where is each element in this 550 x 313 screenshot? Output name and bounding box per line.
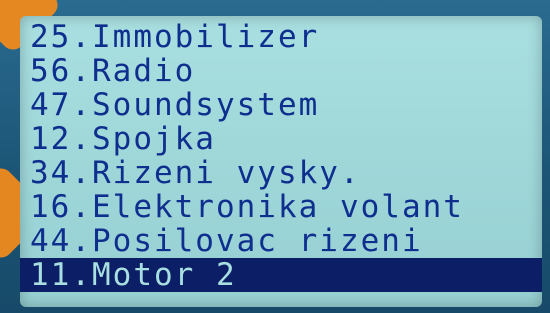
device-frame: 25.Immobilizer 56.Radio 47.Soundsystem 1… bbox=[0, 0, 550, 313]
menu-item-immobilizer[interactable]: 25.Immobilizer bbox=[28, 20, 536, 54]
control-unit-menu: 25.Immobilizer 56.Radio 47.Soundsystem 1… bbox=[20, 20, 542, 292]
menu-item-elektronika-volant[interactable]: 16.Elektronika volant bbox=[28, 190, 536, 224]
menu-item-posilovac-rizeni[interactable]: 44.Posilovac rizeni bbox=[28, 224, 536, 258]
menu-item-rizeni-vysky[interactable]: 34.Rizeni vysky. bbox=[28, 156, 536, 190]
menu-item-radio[interactable]: 56.Radio bbox=[28, 54, 536, 88]
menu-item-spojka[interactable]: 12.Spojka bbox=[28, 122, 536, 156]
menu-item-soundsystem[interactable]: 47.Soundsystem bbox=[28, 88, 536, 122]
menu-item-motor-2[interactable]: 11.Motor 2 bbox=[20, 258, 542, 292]
lcd-screen: 25.Immobilizer 56.Radio 47.Soundsystem 1… bbox=[20, 16, 542, 307]
